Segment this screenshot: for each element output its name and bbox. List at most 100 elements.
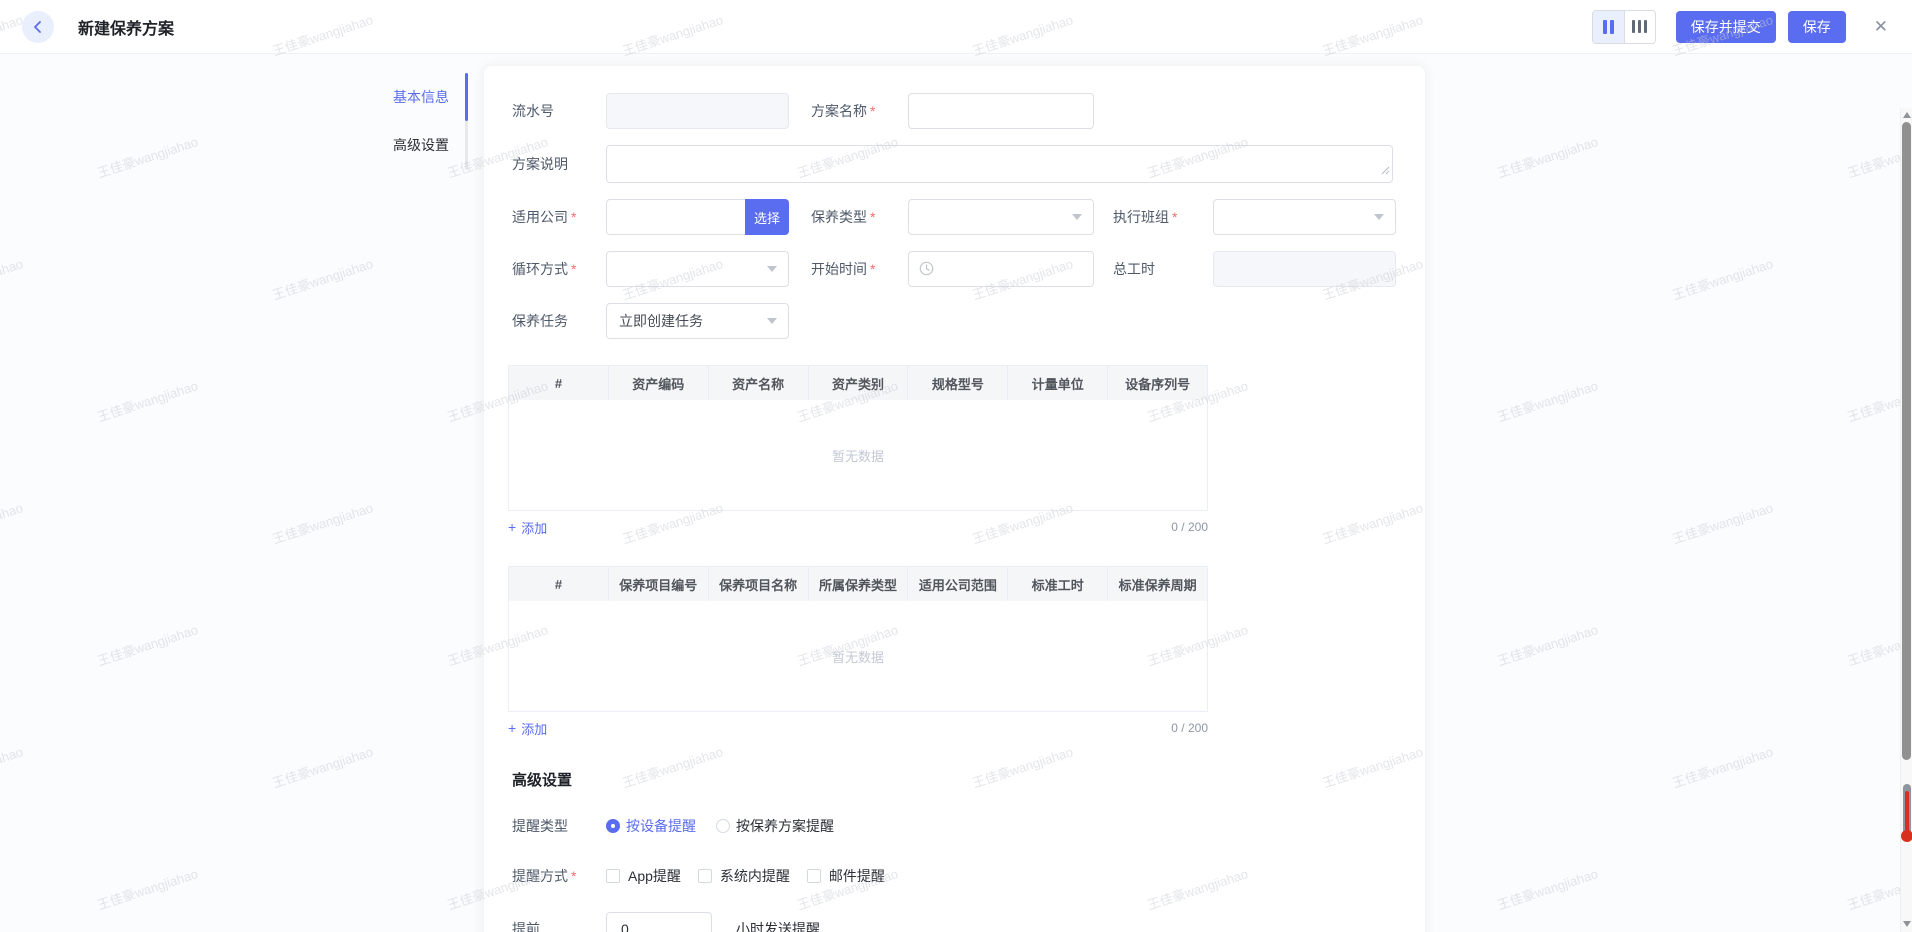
empty-text: 暂无数据 <box>831 448 884 464</box>
asset-table-section: # 资产编码 资产名称 资产类别 规格型号 计量单位 设备序列号 暂无数据 + 添… <box>508 365 1396 536</box>
total-hours-input <box>1213 251 1396 287</box>
checkbox-icon <box>806 869 821 883</box>
active-tab-indicator <box>465 73 468 121</box>
company-input-group: 选择 <box>606 199 789 235</box>
remind-type-label: 提醒类型 <box>512 818 568 834</box>
save-and-submit-button[interactable]: 保存并提交 <box>1675 10 1776 43</box>
checkbox-icon <box>606 869 620 883</box>
tab-advanced-settings[interactable]: 高级设置 <box>393 121 453 169</box>
company-select-button[interactable]: 选择 <box>745 199 789 235</box>
column-header: 资产编码 <box>609 366 709 400</box>
column-header: 所属保养类型 <box>809 567 909 601</box>
column-header: 标准保养周期 <box>1118 577 1197 593</box>
column-header: 资产类别 <box>809 366 909 400</box>
tab-basic-info[interactable]: 基本信息 <box>393 73 453 121</box>
plus-icon: + <box>508 519 517 535</box>
close-icon[interactable]: ✕ <box>1874 18 1888 35</box>
content-area: 基本信息 高级设置 流水号 方案名称 * 方案说明 适用公司 * 选择 保养类型… <box>0 54 1912 932</box>
asset-table-footer: + 添加 0 / 200 <box>508 518 1208 536</box>
exec-team-label: 执行班组 * <box>1113 209 1178 225</box>
advance-send-suffix: 小时发送提醒 <box>736 921 820 932</box>
scroll-up-icon[interactable] <box>1903 112 1911 118</box>
asset-add-button[interactable]: + 添加 <box>508 518 547 537</box>
maint-task-label: 保养任务 <box>512 313 568 329</box>
radio-checked-icon <box>606 819 620 833</box>
advance-send-row: 提前 小时发送提醒 <box>512 912 1396 932</box>
cycle-mode-select[interactable] <box>606 251 789 287</box>
three-column-layout-button[interactable] <box>1623 10 1655 43</box>
three-bars-icon <box>1632 20 1636 33</box>
column-header: 保养项目编号 <box>609 567 709 601</box>
form-row: 流水号 方案名称 * <box>512 93 1396 129</box>
checkbox-system-remind[interactable]: 系统内提醒 <box>697 866 790 886</box>
item-table-section: # 保养项目编号 保养项目名称 所属保养类型 适用公司范围 标准工时 标准保养周… <box>508 566 1396 737</box>
plan-name-label: 方案名称 * <box>811 103 876 119</box>
plan-desc-textarea[interactable] <box>606 145 1393 183</box>
header: 新建保养方案 保存并提交 保存 ✕ <box>0 0 1912 54</box>
column-header: 设备序列号 <box>1125 376 1191 392</box>
page: 新建保养方案 保存并提交 保存 ✕ 基本信息 高级设置 流水号 方案名称 * 方… <box>0 0 1912 932</box>
remind-way-checkbox-group: App提醒 系统内提醒 邮件提醒 <box>606 866 885 886</box>
column-header: 标准工时 <box>1008 567 1109 601</box>
page-title: 新建保养方案 <box>78 20 175 38</box>
resize-handle-icon[interactable] <box>1381 162 1390 180</box>
two-column-layout-button[interactable] <box>1592 10 1624 43</box>
save-button[interactable]: 保存 <box>1787 10 1846 43</box>
cycle-mode-label: 循环方式 * <box>512 261 577 277</box>
column-header: # <box>509 567 609 601</box>
column-header: # <box>509 366 609 400</box>
exec-team-select[interactable] <box>1213 199 1396 235</box>
checkbox-app-remind[interactable]: App提醒 <box>606 866 681 886</box>
advanced-settings-title: 高级设置 <box>512 772 573 789</box>
maint-type-select[interactable] <box>908 199 1094 235</box>
column-header: 规格型号 <box>908 366 1009 400</box>
column-header: 适用公司范围 <box>908 567 1009 601</box>
company-input[interactable] <box>606 199 745 235</box>
advance-send-label: 提前 <box>512 921 540 932</box>
header-actions: 保存并提交 保存 ✕ <box>1591 9 1888 44</box>
item-add-button[interactable]: + 添加 <box>508 719 547 738</box>
chevron-down-icon <box>767 318 777 324</box>
chevron-down-icon <box>767 266 777 272</box>
chevron-left-icon <box>32 20 44 33</box>
chevron-down-icon <box>1072 214 1082 220</box>
advance-hours-input[interactable] <box>606 912 712 932</box>
asset-table-header: # 资产编码 资产名称 资产类别 规格型号 计量单位 设备序列号 <box>509 366 1207 400</box>
start-time-picker[interactable] <box>908 251 1094 287</box>
column-header: 资产名称 <box>709 366 809 400</box>
remind-way-row: 提醒方式 * App提醒 系统内提醒 邮件提醒 <box>512 866 1396 886</box>
asset-count: 0 / 200 <box>1171 520 1208 534</box>
back-button[interactable] <box>22 10 54 43</box>
form-row: 循环方式 * 开始时间 * 总工时 <box>512 251 1396 287</box>
company-label: 适用公司 * <box>512 209 577 225</box>
form-row: 方案说明 <box>512 145 1396 183</box>
plus-icon: + <box>508 720 517 736</box>
radio-by-plan[interactable]: 按保养方案提醒 <box>716 816 834 836</box>
remind-type-row: 提醒类型 按设备提醒 按保养方案提醒 <box>512 816 1396 836</box>
asset-table-empty-state: 暂无数据 <box>509 400 1207 510</box>
item-table-empty-state: 暂无数据 <box>509 601 1207 711</box>
item-table: # 保养项目编号 保养项目名称 所属保养类型 适用公司范围 标准工时 标准保养周… <box>508 566 1208 712</box>
total-hours-label: 总工时 <box>1113 261 1155 277</box>
maint-task-select[interactable]: 立即创建任务 <box>606 303 789 339</box>
item-table-footer: + 添加 0 / 200 <box>508 719 1208 737</box>
item-table-header: # 保养项目编号 保养项目名称 所属保养类型 适用公司范围 标准工时 标准保养周… <box>509 567 1207 601</box>
remind-way-label: 提醒方式 * <box>512 868 577 884</box>
serial-label: 流水号 <box>512 103 554 119</box>
two-bars-icon <box>1602 19 1607 34</box>
scrollbar-track[interactable] <box>1900 108 1912 932</box>
column-header: 计量单位 <box>1008 366 1109 400</box>
column-header: 保养项目名称 <box>709 567 809 601</box>
plan-name-input[interactable] <box>908 93 1094 129</box>
form-row: 适用公司 * 选择 保养类型 * 执行班组 * <box>512 199 1396 235</box>
scrollbar-thumb[interactable] <box>1902 122 1911 760</box>
form-card: 流水号 方案名称 * 方案说明 适用公司 * 选择 保养类型 * 执行班组 * … <box>484 66 1425 932</box>
clock-icon <box>919 261 934 279</box>
radio-unchecked-icon <box>716 819 730 833</box>
checkbox-email-remind[interactable]: 邮件提醒 <box>806 866 885 886</box>
radio-by-device[interactable]: 按设备提醒 <box>606 816 696 836</box>
checkbox-icon <box>697 869 712 883</box>
maint-type-label: 保养类型 * <box>811 209 876 225</box>
chevron-down-icon <box>1374 214 1384 220</box>
scroll-down-icon[interactable] <box>1903 921 1911 927</box>
